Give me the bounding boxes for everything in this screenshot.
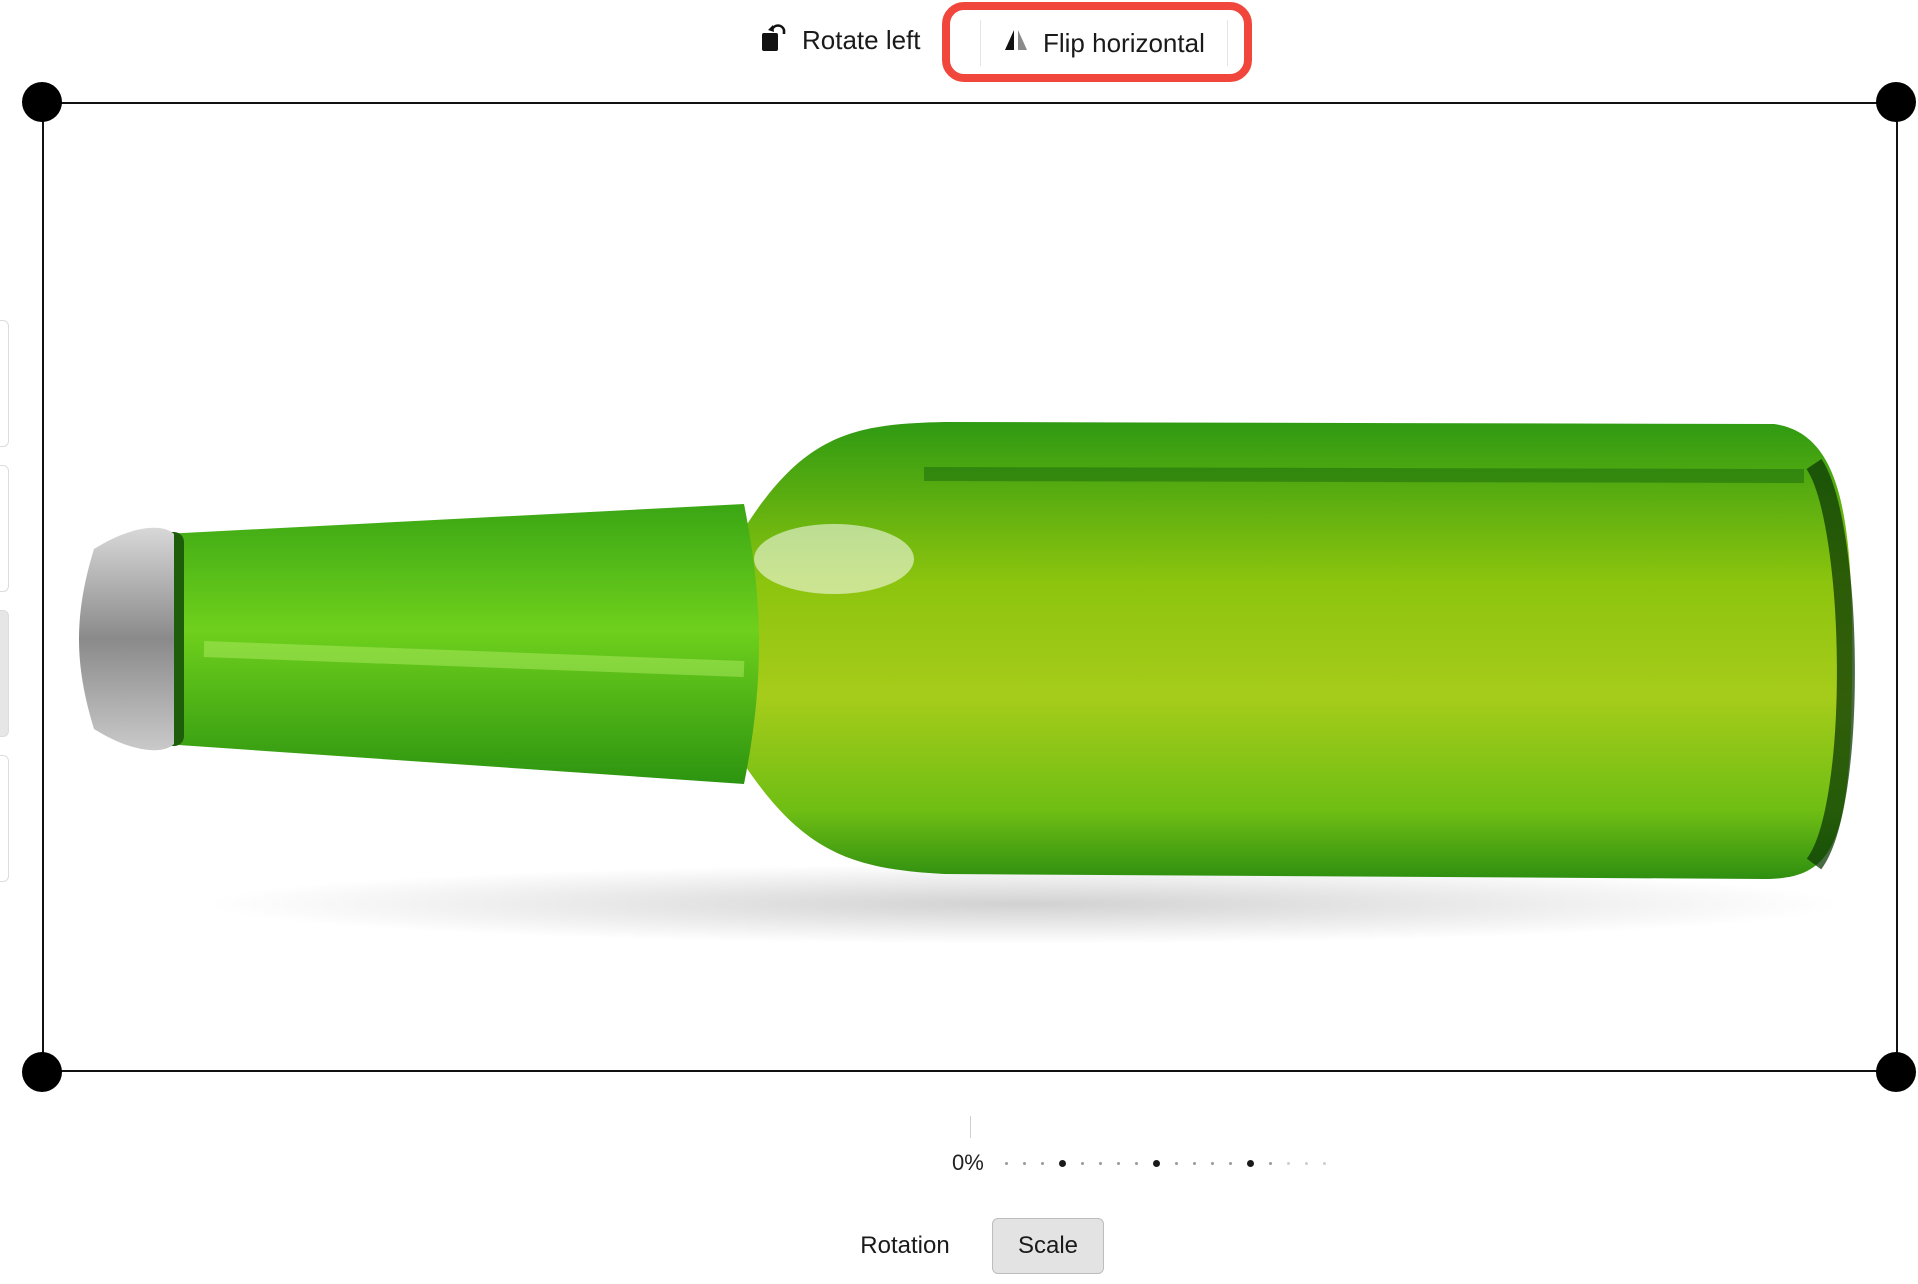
slider-dot [1135,1162,1138,1165]
slider-dot [1269,1162,1272,1165]
side-tab-2[interactable] [0,465,9,592]
slider-dot [1175,1162,1178,1165]
slider-track[interactable] [1005,1160,1326,1167]
rotate-left-icon [760,21,788,60]
crop-handle-top-right[interactable] [1876,82,1916,122]
slider-dot [1081,1162,1084,1165]
flip-horizontal-highlight [942,2,1252,82]
scale-slider[interactable]: 0% [940,1110,1360,1180]
crop-handle-bottom-left[interactable] [22,1052,62,1092]
crop-handle-top-left[interactable] [22,82,62,122]
slider-indicator [970,1116,971,1138]
slider-value-label: 0% [952,1150,984,1175]
slider-major-dot [1153,1160,1160,1167]
slider-dot [1323,1162,1326,1165]
crop-frame[interactable] [42,102,1898,1072]
slider-dot [1041,1162,1044,1165]
rotate-left-button[interactable]: Rotate left [760,20,921,60]
slider-dot [1117,1162,1120,1165]
slider-dot [1211,1162,1214,1165]
mode-tabs: Rotation Scale [0,1218,1918,1276]
slider-major-dot [1059,1160,1066,1167]
slider-dot [1287,1162,1290,1165]
crop-handle-bottom-right[interactable] [1876,1052,1916,1092]
slider-dot [1005,1162,1008,1165]
slider-major-dot [1247,1160,1254,1167]
slider-dot [1099,1162,1102,1165]
slider-dot [1305,1162,1308,1165]
tab-scale[interactable]: Scale [992,1218,1104,1274]
slider-dot [1193,1162,1196,1165]
rotate-left-label: Rotate left [802,24,921,55]
tab-rotation[interactable]: Rotation [850,1218,960,1274]
side-tab-1[interactable] [0,320,9,447]
transform-toolbar: Rotate left Flip horizontal [0,0,1918,100]
slider-dot [1023,1162,1026,1165]
side-tab-4[interactable] [0,755,9,882]
slider-dot [1229,1162,1232,1165]
side-tab-3-active[interactable] [0,610,9,737]
bottle-image [79,422,1855,944]
